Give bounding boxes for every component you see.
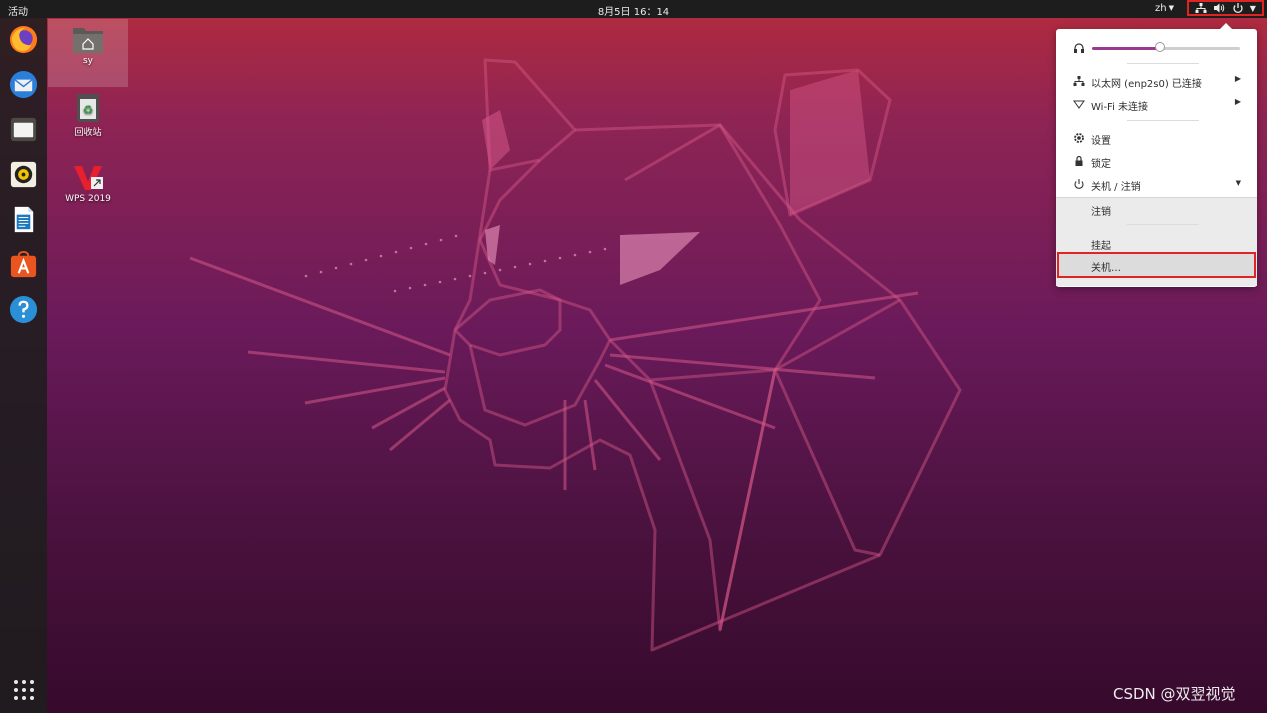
- desktop-icon-label: 回收站: [74, 128, 102, 138]
- menu-item-suspend[interactable]: 挂起: [1056, 233, 1257, 253]
- desktop-icon-home[interactable]: sy: [48, 19, 128, 87]
- menu-item-power-logout[interactable]: 关机 / 注销 ▼: [1056, 174, 1257, 194]
- document-icon: [14, 206, 34, 233]
- trash-icon: ♻: [77, 94, 99, 122]
- menu-item-label: 设置: [1091, 136, 1111, 147]
- chevron-right-icon: ▶: [1234, 74, 1241, 83]
- speaker-icon: [10, 161, 37, 188]
- power-icon: [1232, 3, 1243, 13]
- menu-item-wifi[interactable]: Wi-Fi 未连接 ▶: [1056, 94, 1257, 114]
- desktop-icon-label: WPS 2019: [65, 194, 111, 204]
- dock-libreoffice-writer[interactable]: [8, 204, 39, 235]
- menu-separator: [1127, 120, 1199, 121]
- dock: [0, 18, 47, 713]
- network-wired-icon: [1195, 3, 1207, 13]
- dock-ubuntu-software[interactable]: [8, 249, 39, 280]
- menu-item-logout[interactable]: 注销: [1056, 199, 1257, 219]
- clock-button[interactable]: 8月5日 16：14: [598, 7, 669, 18]
- wps-icon: [74, 166, 103, 190]
- power-icon: [1074, 179, 1084, 189]
- menu-item-label: Wi-Fi 未连接: [1091, 102, 1149, 113]
- folder-icon: [10, 117, 37, 142]
- menu-item-label: 以太网 (enp2s0) 已连接: [1091, 79, 1202, 90]
- menu-item-settings[interactable]: 设置: [1056, 128, 1257, 148]
- chevron-down-icon: ▼: [1235, 179, 1241, 187]
- headphones-icon: [1074, 43, 1084, 53]
- dock-thunderbird[interactable]: [8, 69, 39, 100]
- volume-slider-fill: [1092, 47, 1161, 50]
- dock-help[interactable]: [8, 294, 39, 325]
- show-applications-icon[interactable]: [12, 678, 36, 702]
- input-language-label: zh: [1155, 3, 1167, 14]
- menu-item-label: 注销: [1091, 207, 1111, 218]
- chevron-down-icon: ▼: [1168, 4, 1174, 12]
- dock-rhythmbox[interactable]: [8, 159, 39, 190]
- volume-row: [1056, 38, 1257, 58]
- dock-firefox[interactable]: [8, 24, 39, 55]
- help-icon: [9, 295, 38, 324]
- menu-item-ethernet[interactable]: 以太网 (enp2s0) 已连接 ▶: [1056, 71, 1257, 91]
- menu-item-label: 挂起: [1091, 241, 1111, 252]
- wifi-off-icon: [1073, 100, 1085, 109]
- desktop-icon-trash[interactable]: ♻ 回收站: [48, 91, 128, 138]
- firefox-icon: [9, 25, 38, 54]
- input-language-button[interactable]: zh ▼: [1155, 3, 1174, 14]
- chevron-right-icon: ▶: [1234, 97, 1241, 106]
- thunderbird-icon: [9, 70, 38, 99]
- volume-icon: [1214, 3, 1225, 13]
- gear-icon: [1074, 133, 1084, 143]
- chevron-down-icon: ▼: [1249, 3, 1256, 13]
- system-menu: 以太网 (enp2s0) 已连接 ▶ Wi-Fi 未连接 ▶ 设置 锁定 关机 …: [1056, 23, 1257, 287]
- desktop-icon-label: sy: [82, 56, 93, 66]
- svg-text:♻: ♻: [83, 103, 94, 117]
- system-status-button[interactable]: ▼: [1187, 0, 1264, 16]
- menu-item-label: 锁定: [1091, 159, 1111, 170]
- volume-slider-handle[interactable]: [1155, 42, 1166, 52]
- menu-item-lock[interactable]: 锁定: [1056, 151, 1257, 171]
- desktop-icon-wps[interactable]: WPS 2019: [48, 162, 128, 204]
- shopping-bag-icon: [10, 250, 37, 278]
- menu-item-label: 关机 / 注销: [1091, 182, 1141, 193]
- lock-icon: [1075, 155, 1083, 166]
- menu-item-label: 关机…: [1091, 263, 1121, 274]
- top-bar: 活动 8月5日 16：14 zh ▼ ▼: [0, 0, 1267, 18]
- menu-item-poweroff[interactable]: 关机…: [1057, 252, 1256, 278]
- network-wired-icon: [1073, 76, 1085, 86]
- home-folder-icon: [73, 28, 103, 53]
- watermark-text: CSDN @双翌视觉: [1113, 685, 1236, 703]
- activities-button[interactable]: 活动: [8, 3, 28, 18]
- menu-separator: [1127, 224, 1199, 225]
- menu-separator: [1127, 63, 1199, 64]
- dock-files[interactable]: [8, 114, 39, 145]
- volume-slider[interactable]: [1092, 42, 1240, 52]
